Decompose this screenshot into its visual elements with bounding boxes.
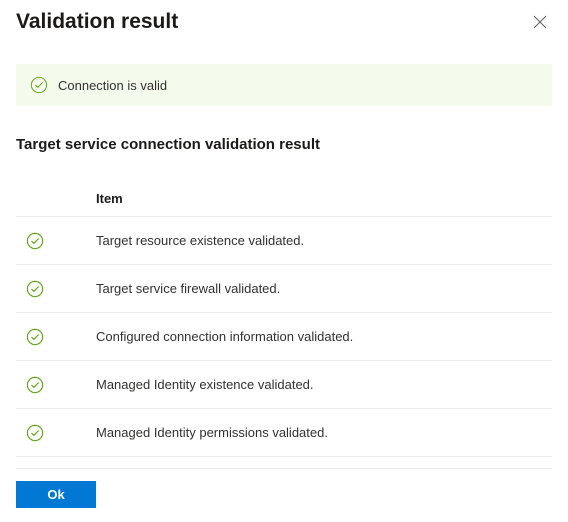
table-row: Target service firewall validated. xyxy=(16,265,552,313)
table-header-icon-col xyxy=(16,191,96,206)
table-row: Configured connection information valida… xyxy=(16,313,552,361)
row-item-text: Target resource existence validated. xyxy=(96,233,552,248)
row-status-icon-cell xyxy=(16,328,96,346)
row-item-text: Target service firewall validated. xyxy=(96,281,552,296)
table-row: Target resource existence validated. xyxy=(16,217,552,265)
row-status-icon-cell xyxy=(16,280,96,298)
panel-header: Validation result xyxy=(16,10,552,34)
status-message: Connection is valid xyxy=(58,78,167,93)
success-check-icon xyxy=(26,424,44,442)
row-item-text: Configured connection information valida… xyxy=(96,329,552,344)
table-header-item: Item xyxy=(96,191,552,206)
table-header-row: Item xyxy=(16,183,552,217)
row-status-icon-cell xyxy=(16,376,96,394)
panel-footer: Ok xyxy=(16,468,552,508)
success-check-icon xyxy=(26,376,44,394)
success-check-icon xyxy=(26,280,44,298)
row-status-icon-cell xyxy=(16,232,96,250)
success-check-icon xyxy=(26,232,44,250)
row-item-text: Managed Identity existence validated. xyxy=(96,377,552,392)
success-check-icon xyxy=(26,328,44,346)
validation-table: Item Target resource existence validated… xyxy=(16,183,552,457)
panel-title: Validation result xyxy=(16,10,178,34)
close-icon xyxy=(533,15,547,29)
ok-button[interactable]: Ok xyxy=(16,481,96,508)
success-check-icon xyxy=(30,76,48,94)
row-status-icon-cell xyxy=(16,424,96,442)
row-item-text: Managed Identity permissions validated. xyxy=(96,425,552,440)
close-button[interactable] xyxy=(528,10,552,34)
table-row: Managed Identity permissions validated. xyxy=(16,409,552,457)
status-banner: Connection is valid xyxy=(16,64,552,106)
table-row: Managed Identity existence validated. xyxy=(16,361,552,409)
section-title: Target service connection validation res… xyxy=(16,136,552,153)
